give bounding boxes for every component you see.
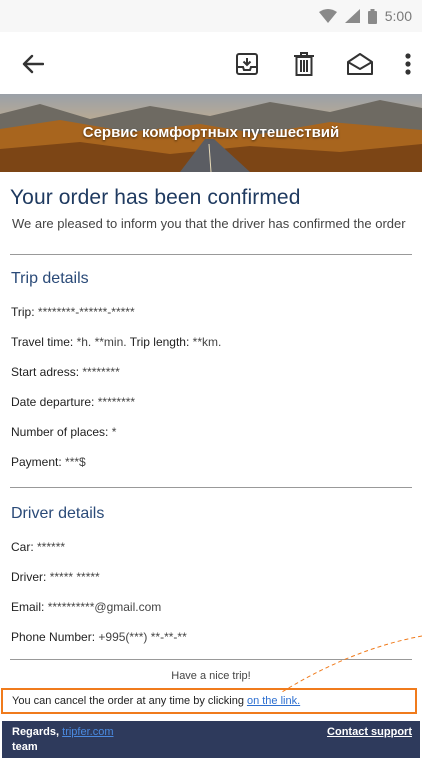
delete-button[interactable] bbox=[289, 49, 319, 79]
trip-details-title: Trip details bbox=[11, 270, 89, 287]
arrow-left-icon bbox=[22, 54, 44, 74]
callout-dashed-line bbox=[281, 635, 422, 693]
footer-team: team bbox=[12, 741, 38, 753]
footer-regards: Regards, tripfer.com bbox=[12, 726, 114, 738]
trash-icon bbox=[294, 52, 314, 76]
battery-icon bbox=[367, 8, 377, 24]
email-row: Email: **********@gmail.com bbox=[11, 600, 162, 614]
banner-title: Сервис комфортных путешествий bbox=[82, 124, 340, 141]
email-toolbar bbox=[0, 32, 422, 94]
back-button[interactable] bbox=[18, 49, 48, 79]
cancel-order-notice: You can cancel the order at any time by … bbox=[1, 688, 417, 714]
archive-icon bbox=[236, 53, 258, 75]
email-intro: We are pleased to inform you that the dr… bbox=[12, 216, 406, 231]
email-heading: Your order has been confirmed bbox=[10, 186, 301, 209]
more-options-button[interactable] bbox=[393, 49, 422, 79]
driver-details-title: Driver details bbox=[11, 505, 105, 522]
wifi-icon bbox=[318, 9, 337, 23]
cancel-order-link[interactable]: on the link. bbox=[247, 695, 300, 707]
payment-row: Payment: ***$ bbox=[11, 455, 86, 469]
archive-button[interactable] bbox=[232, 49, 262, 79]
travel-time-row: Travel time: *h. **min. Trip length: **k… bbox=[11, 335, 222, 349]
more-vert-icon bbox=[405, 53, 411, 75]
number-of-places-row: Number of places: * bbox=[11, 425, 117, 439]
car-row: Car: ****** bbox=[11, 540, 66, 554]
divider bbox=[10, 254, 412, 255]
contact-support-link[interactable]: Contact support bbox=[327, 726, 412, 738]
status-time: 5:00 bbox=[384, 8, 412, 24]
signal-icon bbox=[344, 9, 360, 23]
mark-unread-button[interactable] bbox=[345, 49, 375, 79]
start-address-row: Start adress: ******** bbox=[11, 365, 120, 379]
cancel-text: You can cancel the order at any time by … bbox=[12, 695, 244, 707]
brand-link[interactable]: tripfer.com bbox=[62, 726, 113, 738]
trip-row: Trip: ********-******-***** bbox=[11, 305, 135, 319]
email-banner: Сервис комфортных путешествий bbox=[0, 94, 422, 172]
driver-row: Driver: ***** ***** bbox=[11, 570, 100, 584]
envelope-open-icon bbox=[347, 53, 373, 75]
email-footer: Regards, tripfer.com team Contact suppor… bbox=[2, 721, 420, 758]
divider bbox=[10, 487, 412, 488]
phone-row: Phone Number: +995(***) **-**-** bbox=[11, 630, 187, 644]
date-departure-row: Date departure: ******** bbox=[11, 395, 136, 409]
status-bar: 5:00 bbox=[0, 0, 422, 32]
